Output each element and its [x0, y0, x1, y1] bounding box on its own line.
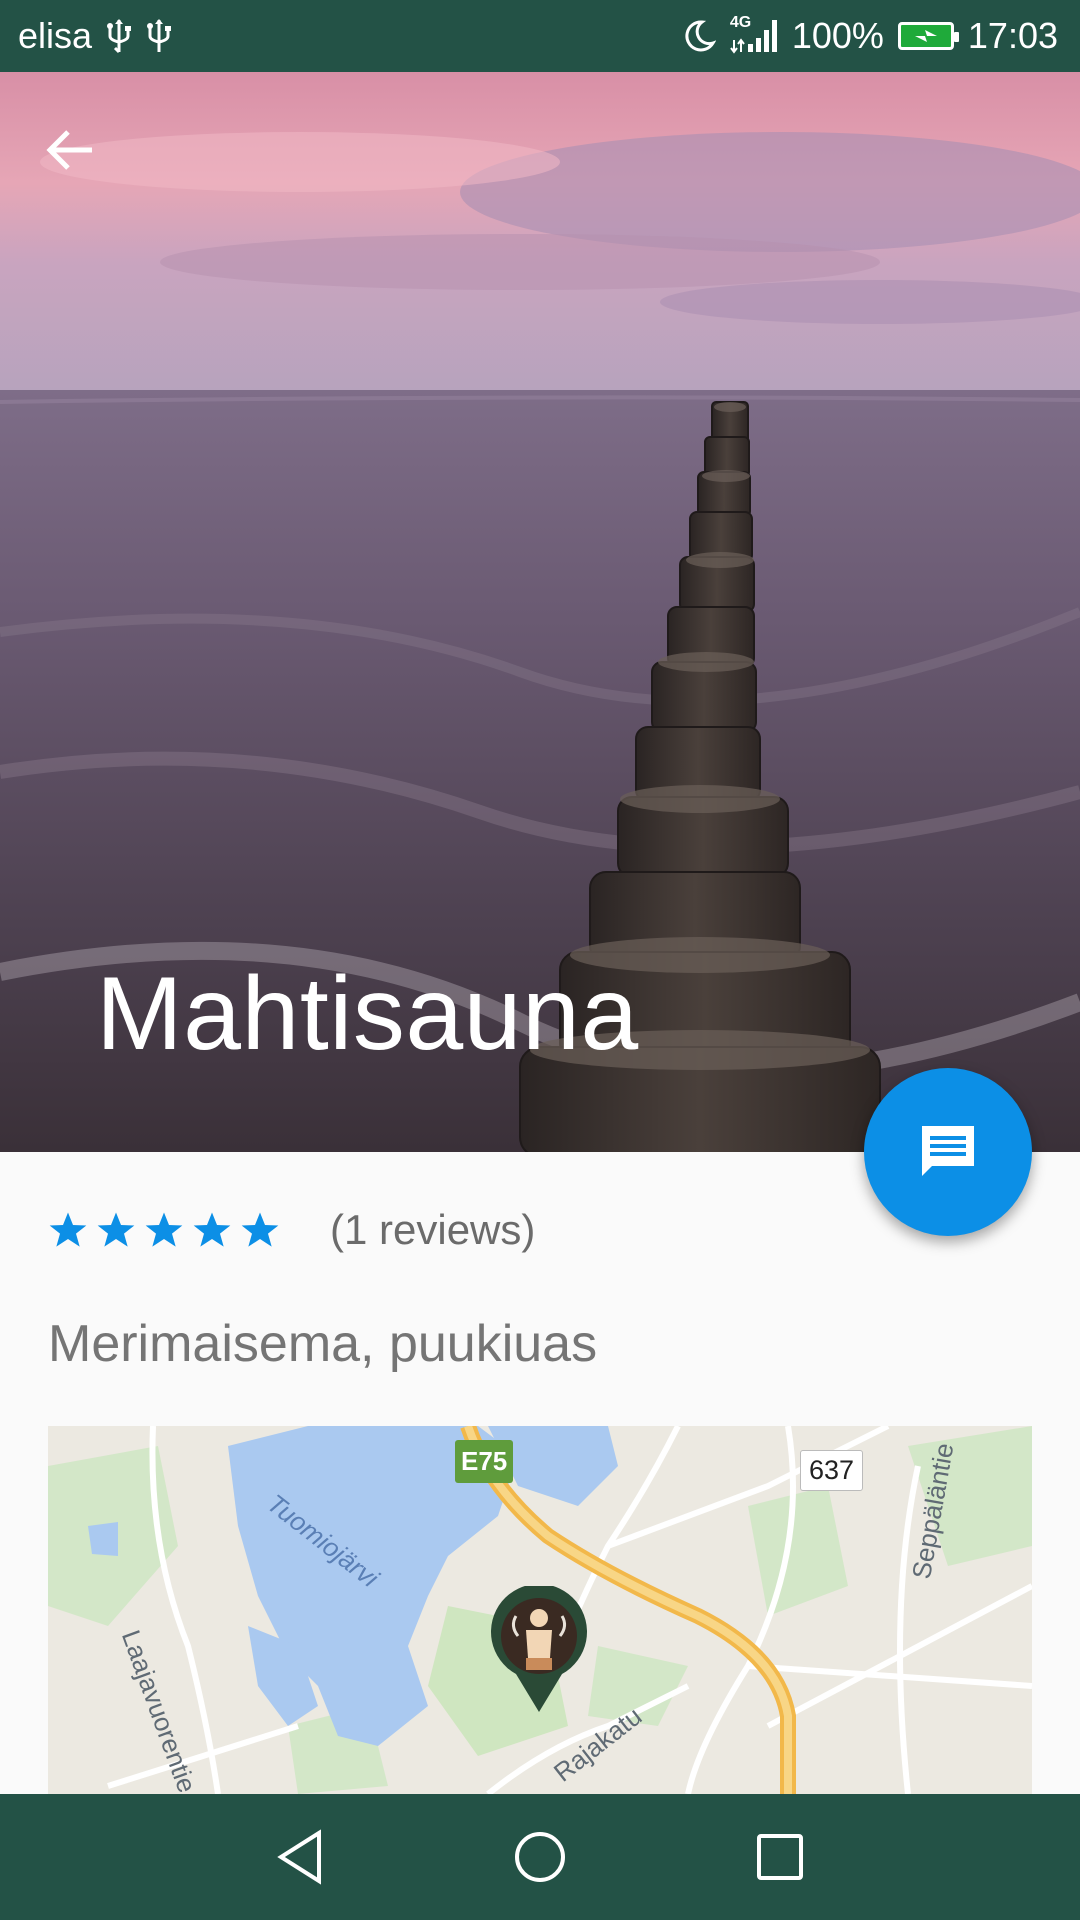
status-bar-right: 4G 100% 17:03 [682, 14, 1058, 57]
reviews-count[interactable]: (1 reviews) [330, 1206, 535, 1254]
signal-icon: 4G [730, 14, 778, 54]
nav-home-button[interactable] [507, 1824, 573, 1890]
road-shield-e75: E75 [455, 1440, 514, 1483]
place-description: Merimaisema, puukiuas [48, 1315, 598, 1373]
battery-charging-icon [897, 22, 959, 50]
clock: 17:03 [967, 15, 1058, 56]
star-icon [193, 1212, 231, 1247]
battery-percent: 100% [791, 15, 884, 56]
navigation-bar [0, 1794, 1080, 1920]
star-rating [48, 1210, 280, 1250]
status-bar-left: elisa [18, 15, 682, 57]
star-icon [49, 1212, 87, 1247]
hero-image: Mahtisauna [0, 72, 1080, 1152]
sauna-marker-icon [491, 1586, 587, 1712]
star-icon [145, 1212, 183, 1247]
location-map[interactable]: Tuomiojärvi Laajavuorentie Seppäläntie R… [48, 1426, 1032, 1794]
star-icon [97, 1212, 135, 1247]
usb-icon [146, 18, 172, 54]
write-review-button[interactable] [864, 1068, 1032, 1236]
place-title: Mahtisauna [96, 956, 639, 1072]
carrier-name: elisa [18, 15, 93, 56]
rating-row: (1 reviews) [48, 1200, 535, 1260]
moon-icon [682, 19, 716, 53]
usb-icon [106, 18, 132, 54]
arrow-back-icon [46, 130, 92, 170]
nav-recents-icon [757, 1834, 803, 1880]
nav-home-icon [515, 1832, 565, 1882]
nav-back-button[interactable] [268, 1824, 334, 1890]
status-bar: elisa 4G 100% 17:03 [0, 0, 1080, 72]
network-type: 4G [729, 14, 752, 31]
message-icon [922, 1126, 974, 1176]
sauna-marker[interactable] [488, 1586, 590, 1714]
road-shield-637: 637 [800, 1450, 864, 1491]
star-icon [241, 1212, 279, 1247]
nav-back-icon [277, 1829, 321, 1885]
nav-recents-button[interactable] [747, 1824, 813, 1890]
back-button[interactable] [42, 122, 122, 202]
